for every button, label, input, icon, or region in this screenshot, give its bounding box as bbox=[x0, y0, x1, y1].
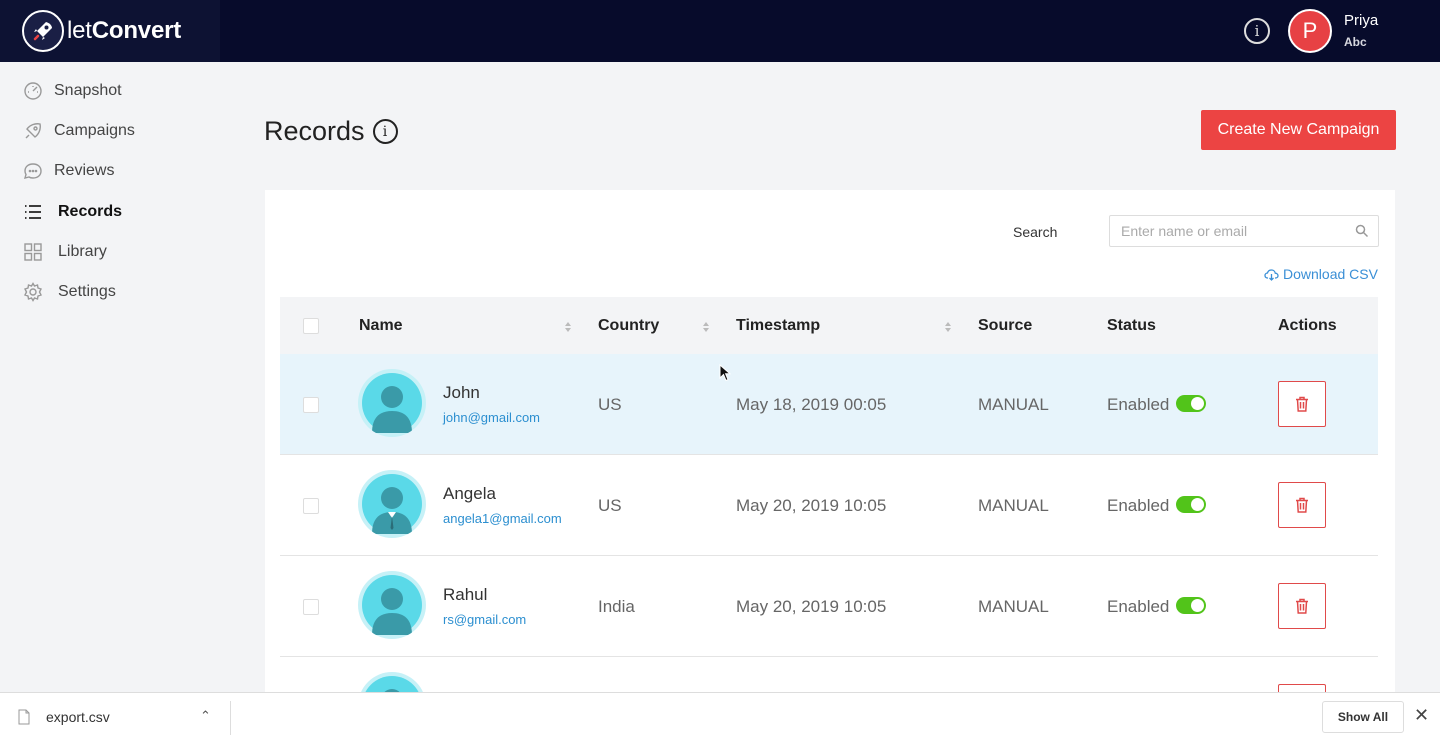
table-row[interactable]: Rahul rs@gmail.com India May 20, 2019 10… bbox=[280, 556, 1378, 657]
search-field[interactable] bbox=[1109, 215, 1379, 247]
close-icon[interactable]: ✕ bbox=[1414, 705, 1429, 726]
grid-icon bbox=[22, 241, 44, 263]
app-logo[interactable]: letConvert bbox=[0, 0, 220, 62]
country-cell: India bbox=[598, 597, 635, 616]
rocket-icon bbox=[22, 120, 44, 142]
list-icon bbox=[22, 201, 44, 223]
delete-button[interactable] bbox=[1278, 482, 1326, 528]
column-header-timestamp[interactable]: Timestamp bbox=[736, 317, 820, 335]
delete-button[interactable] bbox=[1278, 583, 1326, 629]
trash-icon bbox=[1296, 497, 1308, 513]
user-org: Abc bbox=[1344, 35, 1367, 49]
person-avatar-icon bbox=[358, 369, 426, 437]
sidebar-item-label: Campaigns bbox=[54, 122, 135, 139]
sidebar-item-library[interactable]: Library bbox=[22, 240, 107, 264]
sort-icon[interactable] bbox=[564, 321, 572, 333]
chevron-up-icon[interactable]: ⌃ bbox=[200, 708, 211, 724]
column-header-actions: Actions bbox=[1278, 317, 1337, 334]
search-input[interactable] bbox=[1110, 216, 1378, 246]
status-toggle[interactable] bbox=[1176, 395, 1206, 412]
status-text: Enabled bbox=[1107, 395, 1170, 414]
user-name[interactable]: Priya bbox=[1344, 12, 1378, 29]
info-icon[interactable]: i bbox=[1244, 18, 1270, 44]
sidebar-item-reviews[interactable]: Reviews bbox=[22, 159, 114, 183]
person-name: Rahul bbox=[443, 585, 488, 604]
page-title: Records i bbox=[264, 116, 398, 147]
sidebar-item-records[interactable]: Records bbox=[22, 200, 122, 224]
speedometer-icon bbox=[22, 80, 44, 102]
download-csv-link[interactable]: Download CSV bbox=[1264, 266, 1378, 282]
logo-let: let bbox=[67, 17, 92, 44]
search-label: Search bbox=[1013, 224, 1058, 240]
info-icon[interactable]: i bbox=[372, 119, 398, 144]
column-header-name[interactable]: Name bbox=[359, 317, 403, 335]
column-header-status: Status bbox=[1107, 317, 1156, 334]
status-text: Enabled bbox=[1107, 496, 1170, 515]
status-text: Enabled bbox=[1107, 597, 1170, 616]
sidebar-item-label: Reviews bbox=[54, 162, 115, 179]
logo-convert: Convert bbox=[91, 17, 182, 44]
sidebar-item-label: Library bbox=[58, 243, 107, 260]
country-cell: US bbox=[598, 496, 622, 515]
page-title-text: Records bbox=[264, 116, 365, 146]
sort-icon[interactable] bbox=[944, 321, 952, 333]
sidebar: Snapshot Campaigns Reviews Records Libra… bbox=[0, 62, 240, 692]
person-name: John bbox=[443, 383, 480, 402]
sidebar-item-label: Snapshot bbox=[54, 82, 122, 99]
status-toggle[interactable] bbox=[1176, 597, 1206, 614]
sort-icon[interactable] bbox=[702, 321, 710, 333]
create-campaign-button[interactable]: Create New Campaign bbox=[1201, 110, 1396, 150]
sidebar-item-campaigns[interactable]: Campaigns bbox=[22, 119, 135, 143]
trash-icon bbox=[1296, 396, 1308, 412]
logo-wordmark: letConvert bbox=[67, 17, 181, 45]
table-header: Name Country Timestamp Source Status Act… bbox=[280, 297, 1378, 354]
source-cell: MANUAL bbox=[978, 597, 1049, 616]
gear-icon bbox=[22, 281, 44, 303]
timestamp-cell: May 20, 2019 10:05 bbox=[736, 597, 887, 616]
source-cell: MANUAL bbox=[978, 395, 1049, 414]
sidebar-item-snapshot[interactable]: Snapshot bbox=[22, 79, 122, 103]
person-avatar-icon bbox=[358, 571, 426, 639]
row-checkbox[interactable] bbox=[303, 599, 319, 615]
records-card: Search Download CSV Name Country Timesta… bbox=[265, 190, 1395, 700]
row-checkbox[interactable] bbox=[303, 397, 319, 413]
sidebar-item-settings[interactable]: Settings bbox=[22, 280, 116, 304]
select-all-checkbox[interactable] bbox=[303, 318, 319, 334]
table-row[interactable]: John john@gmail.com US May 18, 2019 00:0… bbox=[280, 354, 1378, 455]
person-email[interactable]: rs@gmail.com bbox=[443, 612, 526, 627]
status-toggle[interactable] bbox=[1176, 496, 1206, 513]
search-icon[interactable] bbox=[1355, 224, 1369, 243]
person-email[interactable]: angela1@gmail.com bbox=[443, 511, 562, 526]
person-avatar-icon bbox=[358, 470, 426, 538]
sidebar-item-label: Records bbox=[58, 203, 123, 220]
person-email[interactable]: john@gmail.com bbox=[443, 410, 540, 425]
delete-button[interactable] bbox=[1278, 381, 1326, 427]
download-csv-label: Download CSV bbox=[1283, 266, 1378, 282]
trash-icon bbox=[1296, 598, 1308, 614]
column-header-source: Source bbox=[978, 317, 1033, 334]
column-header-country[interactable]: Country bbox=[598, 317, 659, 335]
cloud-download-icon bbox=[1264, 268, 1279, 281]
source-cell: MANUAL bbox=[978, 496, 1049, 515]
timestamp-cell: May 20, 2019 10:05 bbox=[736, 496, 887, 515]
chat-bubble-icon bbox=[22, 160, 44, 182]
table-row[interactable]: Angela angela1@gmail.com US May 20, 2019… bbox=[280, 455, 1378, 556]
download-bar: export.csv ⌃ Show All ✕ bbox=[0, 692, 1440, 738]
country-cell: US bbox=[598, 395, 622, 414]
divider bbox=[230, 701, 231, 735]
file-icon bbox=[18, 709, 30, 725]
person-name: Angela bbox=[443, 484, 496, 503]
show-all-button[interactable]: Show All bbox=[1322, 701, 1404, 733]
download-item[interactable]: export.csv bbox=[18, 709, 110, 725]
user-avatar[interactable]: P bbox=[1288, 9, 1332, 53]
download-file-name: export.csv bbox=[46, 709, 110, 725]
top-bar: letConvert i P Priya Abc bbox=[0, 0, 1440, 62]
mouse-cursor-icon bbox=[719, 364, 731, 382]
rocket-logo-icon bbox=[22, 10, 64, 52]
row-checkbox[interactable] bbox=[303, 498, 319, 514]
sidebar-item-label: Settings bbox=[58, 283, 116, 300]
timestamp-cell: May 18, 2019 00:05 bbox=[736, 395, 887, 414]
